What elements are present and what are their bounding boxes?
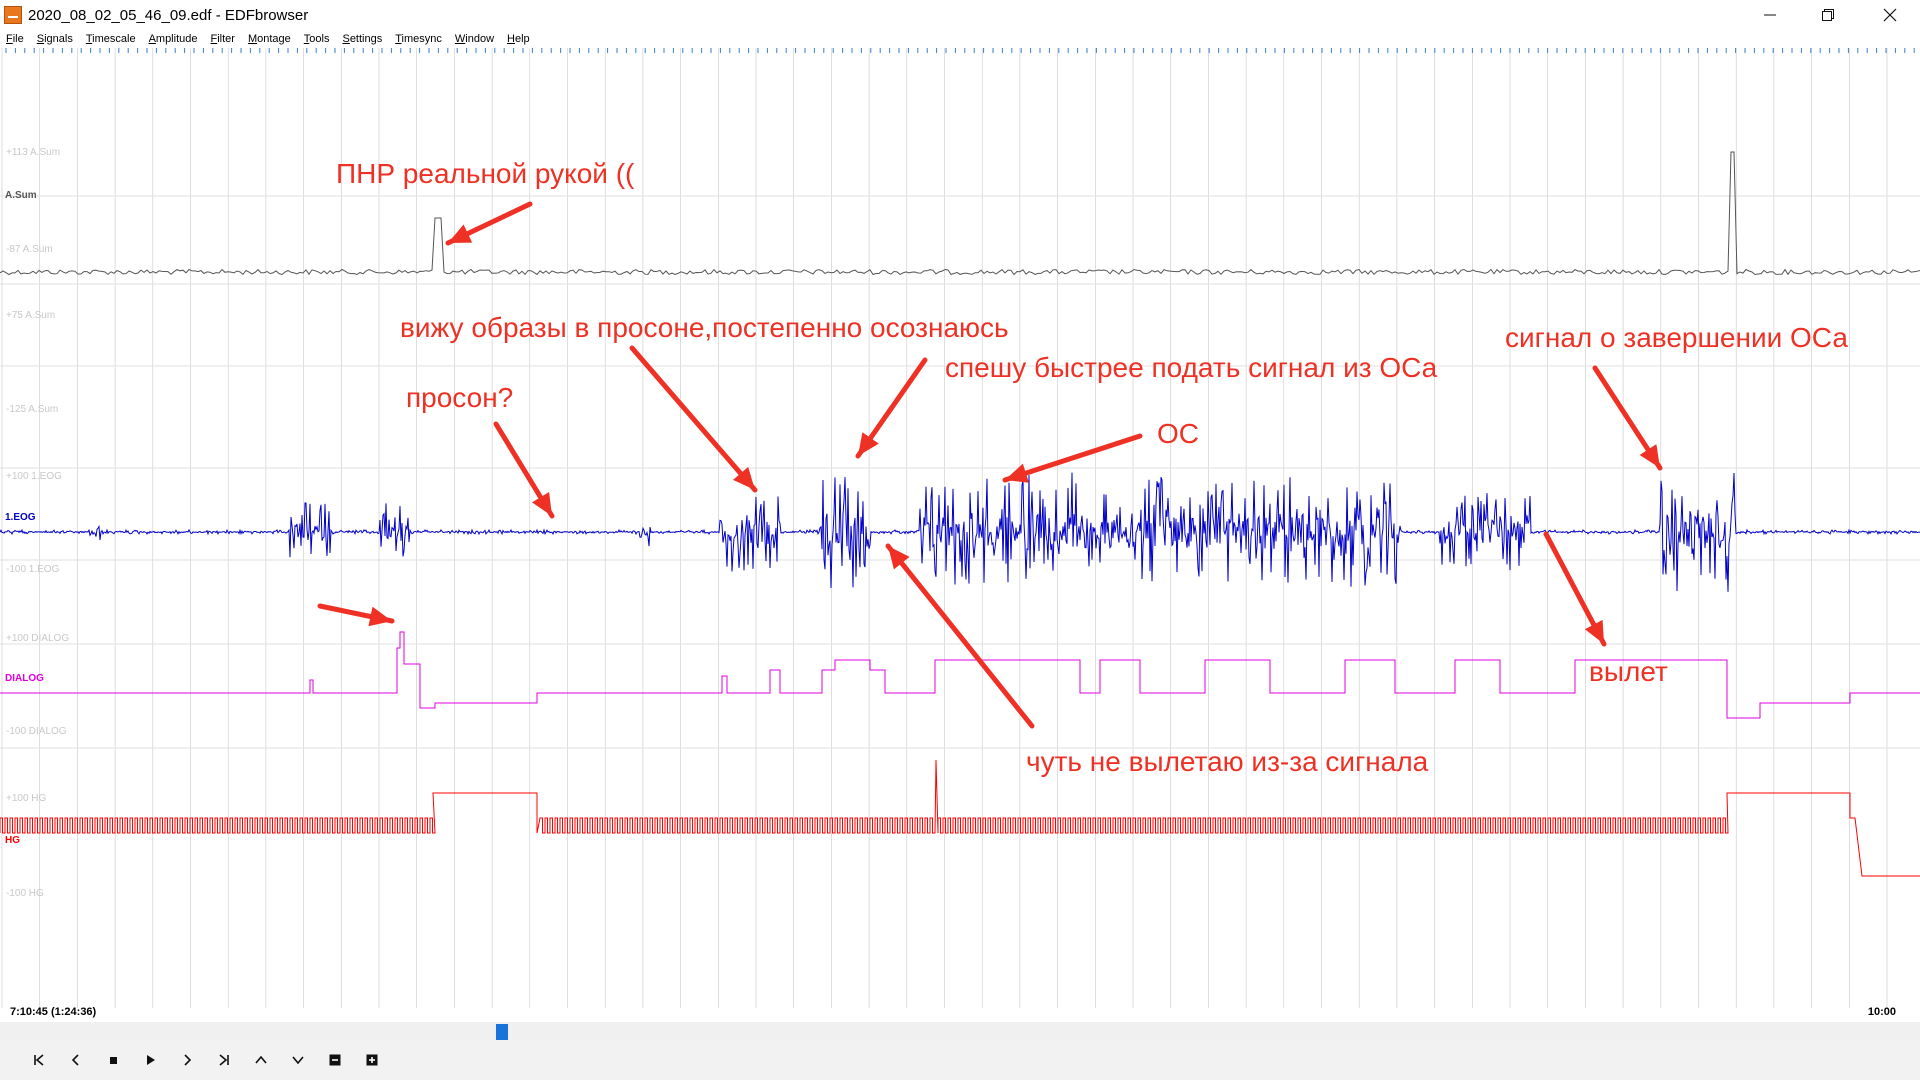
menu-montage[interactable]: Montage: [248, 33, 291, 45]
zoom-in-icon: [366, 1054, 377, 1066]
trace-asum: [0, 151, 1920, 276]
first-page-button[interactable]: [20, 1047, 57, 1073]
close-button[interactable]: [1862, 0, 1918, 30]
trace-eog: [0, 472, 1920, 592]
amplitude-up-button[interactable]: [242, 1047, 279, 1073]
play-icon: [146, 1055, 155, 1065]
amplitude-down-button[interactable]: [279, 1047, 316, 1073]
menu-bar: File Signals Timescale Amplitude Filter Monta…: [0, 30, 1920, 48]
annotation-images: вижу образы в просоне,постепенно осознаю…: [400, 312, 1009, 343]
menu-help[interactable]: Help: [507, 33, 530, 45]
amplitude-down-icon: [291, 1056, 304, 1065]
restore-button[interactable]: [1800, 0, 1856, 30]
title-bar: 2020_08_02_05_46_09.edf - EDFbrowser: [0, 0, 1920, 30]
arrow-end-signal-head: [1639, 444, 1660, 468]
arrow-os-head: [1005, 463, 1030, 483]
last-page-button[interactable]: [205, 1047, 242, 1073]
minimize-button[interactable]: [1742, 0, 1798, 30]
window-title: 2020_08_02_05_46_09.edf - EDFbrowser: [28, 7, 309, 24]
close-icon: [1883, 8, 1897, 22]
menu-file[interactable]: File: [6, 33, 24, 45]
last-page-icon: [218, 1054, 229, 1066]
horizontal-scrollbar[interactable]: [0, 1022, 1920, 1042]
stop-icon: [109, 1057, 117, 1064]
page-forward-icon: [183, 1054, 191, 1066]
zoom-in-button[interactable]: [353, 1047, 390, 1073]
menu-amplitude[interactable]: Amplitude: [149, 33, 198, 45]
amplitude-label: +100 HG: [6, 793, 47, 804]
signal-name-dialog: DIALOG: [5, 673, 44, 684]
menu-timescale[interactable]: Timescale: [86, 33, 136, 45]
page-back-button[interactable]: [57, 1047, 94, 1073]
signal-plot-area[interactable]: +113 A.Sum A.Sum -87 A.Sum +75 A.Sum -125 A.…: [0, 48, 1920, 1008]
menu-settings[interactable]: Settings: [342, 33, 382, 45]
page-forward-button[interactable]: [168, 1047, 205, 1073]
signal-name-hg: HG: [5, 835, 20, 846]
menu-signals[interactable]: Signals: [37, 33, 73, 45]
amplitude-label: +100 DIALOG: [6, 633, 69, 644]
zoom-out-button[interactable]: [316, 1047, 353, 1073]
annotation-proson: просон?: [406, 382, 514, 413]
signal-name-eog: 1.EOG: [5, 512, 36, 523]
annotation-vylet: вылет: [1589, 656, 1668, 687]
menu-filter[interactable]: Filter: [210, 33, 234, 45]
page-back-icon: [71, 1054, 79, 1066]
arrow-dialog-head: [368, 606, 392, 627]
stop-button[interactable]: [94, 1047, 131, 1073]
menu-window[interactable]: Window: [455, 33, 494, 45]
app-icon: [4, 6, 22, 24]
time-end-label: 10:00: [1867, 1006, 1896, 1018]
menu-timesync[interactable]: Timesync: [395, 33, 442, 45]
annotation-end-signal: сигнал о завершении ОСа: [1505, 322, 1848, 353]
arrow-images: [629, 345, 758, 493]
annotation-pnr: ПНР реальной рукой ((: [336, 158, 635, 189]
amplitude-up-icon: [254, 1055, 267, 1064]
trace-hg: [0, 759, 1920, 877]
timeline-bar: 7:10:45 (1:24:36) 10:00: [0, 1006, 1920, 1042]
navigation-toolbar: [0, 1040, 1920, 1080]
amplitude-label: -100 HG: [6, 888, 44, 899]
amplitude-label: +113 A.Sum: [6, 147, 60, 158]
amplitude-label: -100 1.EOG: [6, 564, 60, 575]
restore-icon: [1822, 9, 1834, 21]
edfbrowser-window: 2020_08_02_05_46_09.edf - EDFbrowser Fil…: [0, 0, 1920, 1080]
amplitude-label: -125 A.Sum: [6, 404, 58, 415]
arrow-hurry-head: [858, 432, 879, 456]
signal-name-asum: A.Sum: [5, 190, 37, 201]
first-page-icon: [33, 1054, 44, 1066]
play-button[interactable]: [131, 1047, 168, 1073]
annotation-os: ОС: [1157, 418, 1199, 449]
annotation-almost: чуть не вылетаю из-за сигнала: [1026, 746, 1429, 777]
amplitude-label: +75 A.Sum: [6, 310, 55, 321]
annotation-hurry: спешу быстрее подать сигнал из ОСа: [945, 352, 1438, 383]
amplitude-label: -100 DIALOG: [6, 726, 67, 737]
amplitude-label: +100 1.EOG: [6, 471, 62, 482]
zoom-out-icon: [329, 1054, 340, 1066]
minimize-icon: [1764, 14, 1776, 16]
time-start-label: 7:10:45 (1:24:36): [10, 1006, 97, 1018]
menu-tools[interactable]: Tools: [304, 33, 330, 45]
amplitude-label: -87 A.Sum: [6, 244, 53, 255]
signal-traces-svg: +113 A.Sum A.Sum -87 A.Sum +75 A.Sum -125 A.…: [0, 48, 1920, 1008]
arrow-almost: [885, 543, 1035, 729]
